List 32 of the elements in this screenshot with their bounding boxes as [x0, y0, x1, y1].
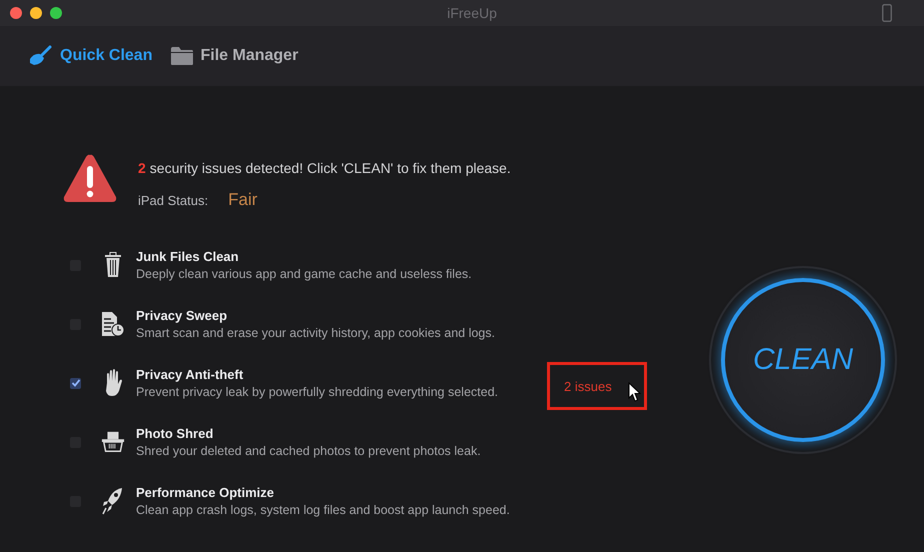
item-title: Performance Optimize: [136, 485, 275, 500]
cursor-icon: [628, 382, 642, 403]
tab[interactable]: File Manager: [170, 46, 298, 66]
hand-icon: [103, 369, 123, 397]
document-clock-icon: [101, 311, 125, 337]
warning-icon: [62, 152, 118, 204]
phone-icon[interactable]: [882, 4, 892, 22]
rocket-icon: [102, 487, 124, 515]
tab[interactable]: Quick Clean: [28, 45, 152, 67]
zoom-button[interactable]: [50, 7, 62, 19]
shredder-icon: [101, 430, 125, 454]
item-title: Photo Shred: [136, 426, 214, 441]
item-description: Shred your deleted and cached photos to prevent photos leak.: [136, 444, 481, 458]
item-description: Smart scan and erase your activity history, app cookies and logs.: [136, 326, 495, 340]
issue-count: 2: [138, 160, 146, 176]
item-description: Deeply clean various app and game cache and useless files.: [136, 267, 472, 281]
folder-icon: [170, 46, 194, 66]
item-title: Privacy Anti-theft: [136, 367, 244, 382]
broom-icon: [28, 45, 54, 67]
alert-message: security issues detected! Click 'CLEAN' to fix them please.: [150, 160, 511, 176]
close-button[interactable]: [10, 7, 22, 19]
item-title: Privacy Sweep: [136, 308, 228, 323]
trash-icon: [104, 252, 122, 278]
item-description: Clean app crash logs, system log files and boost app launch speed.: [136, 503, 510, 517]
item-description: Prevent privacy leak by powerfully shredding everything selected.: [136, 385, 498, 399]
issues-link[interactable]: 2 issues: [564, 378, 612, 394]
status-label: iPad Status:: [138, 193, 208, 208]
status-value: Fair: [228, 190, 258, 210]
minimize-button[interactable]: [30, 7, 42, 19]
item-title: Junk Files Clean: [136, 249, 240, 264]
window-title: iFreeUp: [446, 5, 498, 21]
checkbox[interactable]: [70, 378, 81, 388]
